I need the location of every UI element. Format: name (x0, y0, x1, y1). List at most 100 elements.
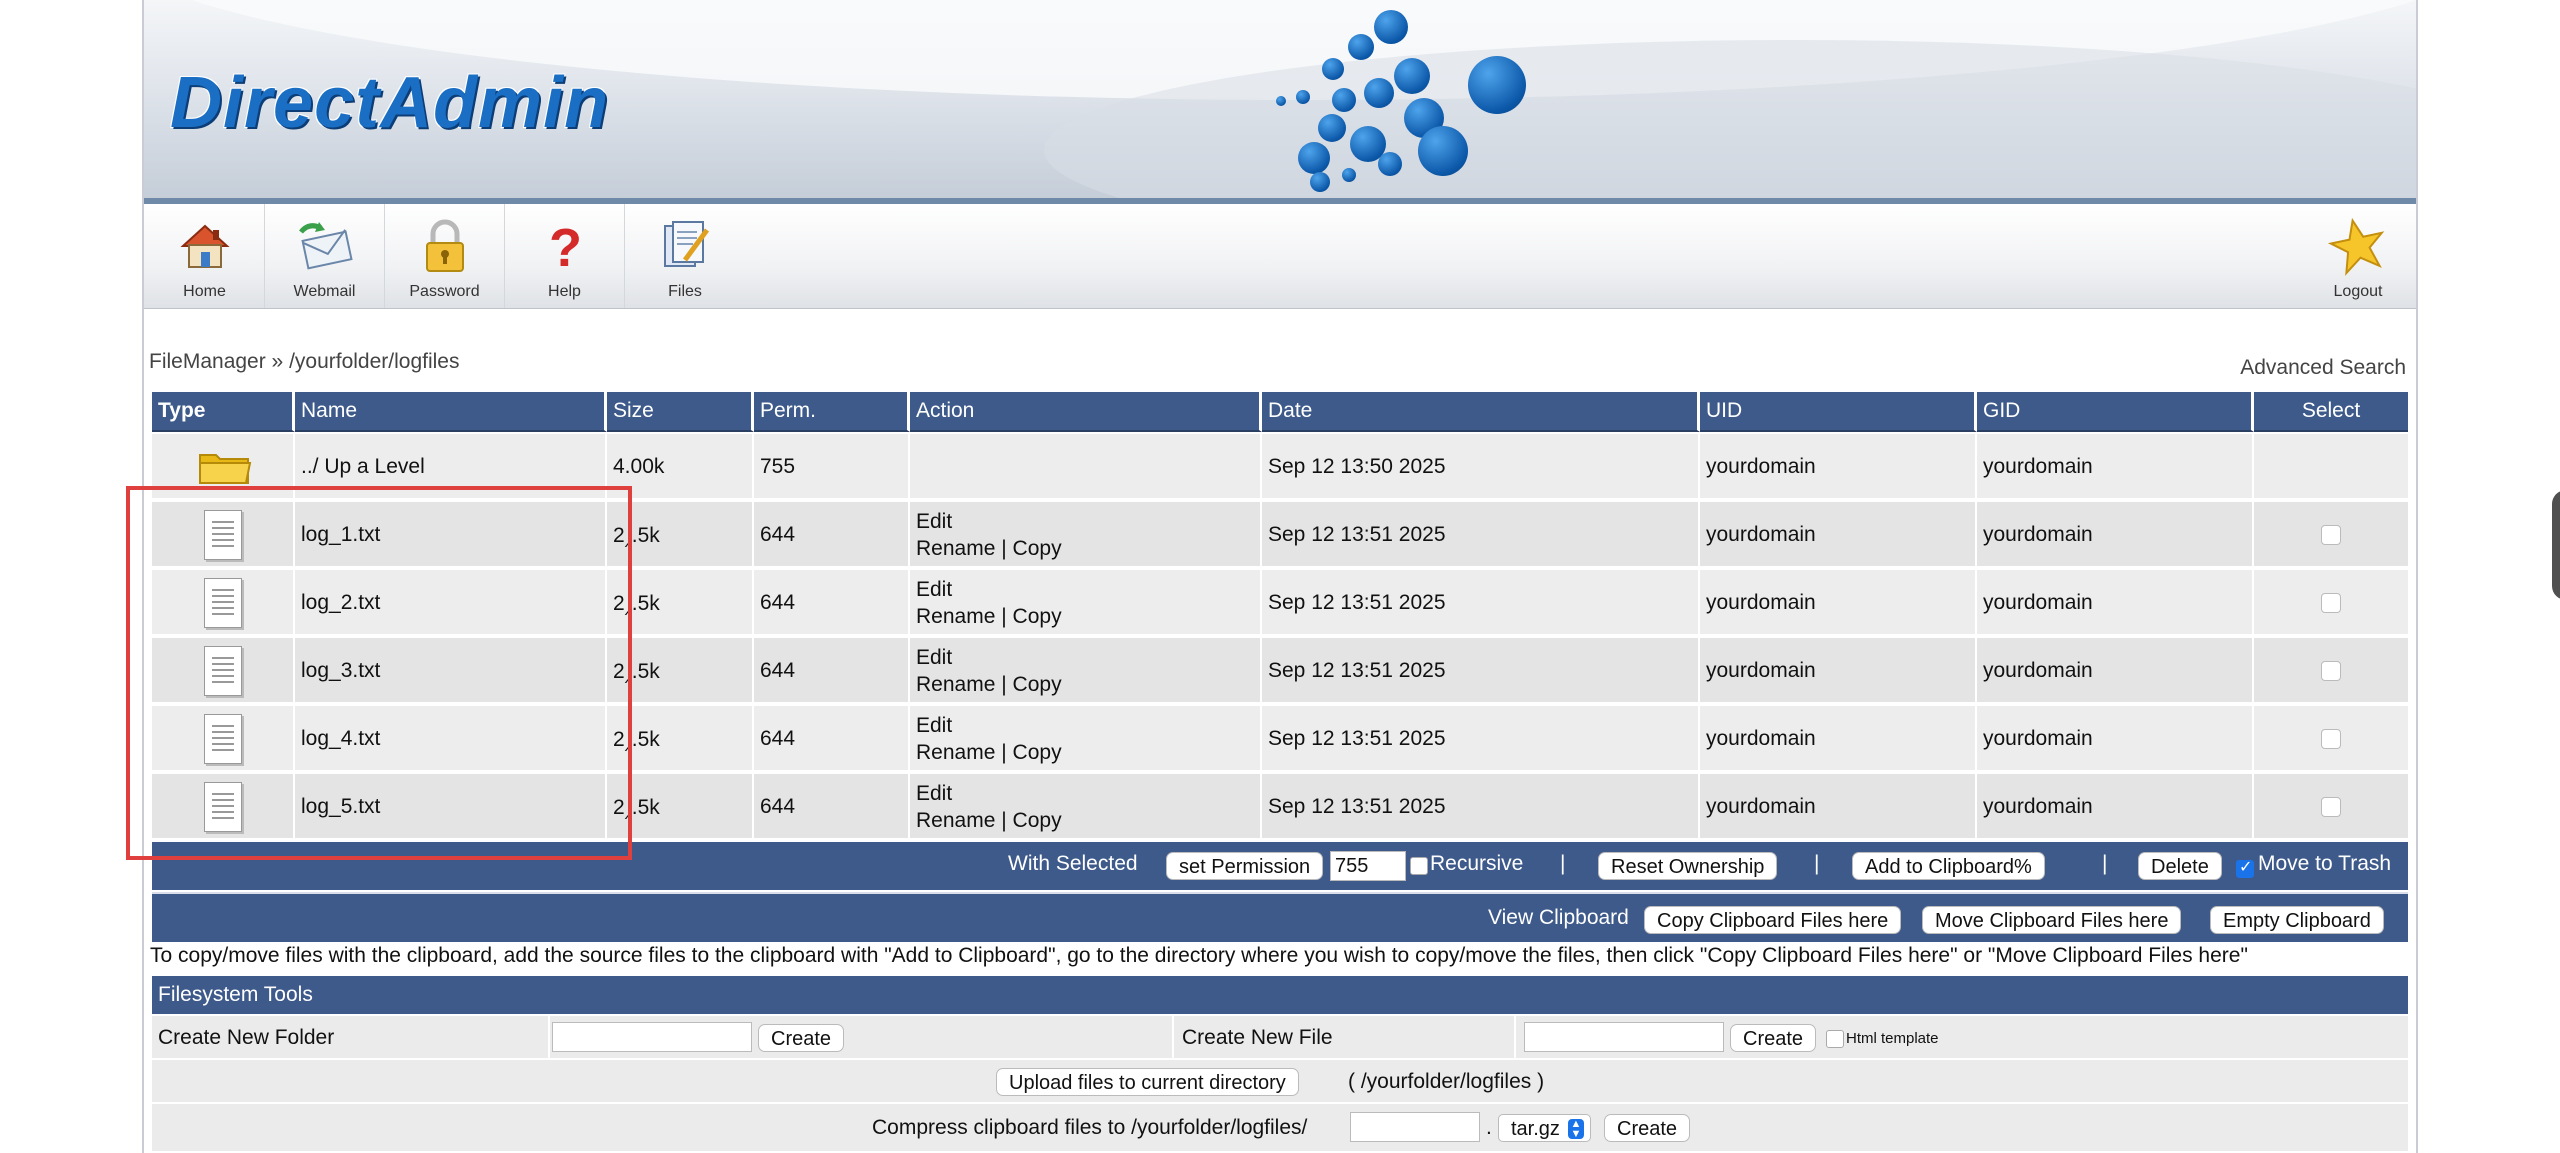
col-uid[interactable]: UID (1700, 392, 1977, 432)
type-cell (152, 434, 295, 500)
move-to-trash-checkbox[interactable] (2236, 857, 2254, 879)
move-clipboard-here-button[interactable]: Move Clipboard Files here (1922, 906, 2182, 934)
select-checkbox[interactable] (2321, 661, 2341, 681)
action-cell: Edit Rename | Copy (910, 706, 1262, 772)
gid-cell: yourdomain (1977, 638, 2254, 704)
add-to-clipboard-button[interactable]: Add to Clipboard% (1852, 852, 2045, 880)
copy-link[interactable]: Copy (1013, 605, 1062, 628)
toolbar-logout[interactable]: Logout (2298, 204, 2418, 308)
new-file-input[interactable] (1524, 1022, 1724, 1052)
upload-path: ( /yourfolder/logfiles ) (1348, 1070, 1545, 1093)
text-file-icon (204, 578, 242, 628)
uid-cell: yourdomain (1700, 706, 1977, 772)
perm-cell[interactable]: 644 (754, 638, 910, 704)
copy-link[interactable]: Copy (1013, 537, 1062, 560)
col-name[interactable]: Name (295, 392, 607, 432)
file-name-link[interactable]: log_1.txt (295, 502, 607, 568)
edit-link[interactable]: Edit (916, 712, 952, 739)
toolbar-help[interactable]: ? Help (505, 204, 625, 308)
directadmin-logo[interactable]: DirectAdmin (170, 62, 609, 144)
size-cell: 4.00k (607, 434, 754, 500)
copy-link[interactable]: Copy (1013, 809, 1062, 832)
new-folder-input[interactable] (552, 1022, 752, 1052)
rename-link[interactable]: Rename (916, 605, 995, 628)
text-file-icon (204, 510, 242, 560)
select-checkbox[interactable] (2321, 729, 2341, 749)
create-folder-button[interactable]: Create (758, 1024, 845, 1052)
gid-cell: yourdomain (1977, 774, 2254, 840)
copy-link[interactable]: Copy (1013, 673, 1062, 696)
action-separator: | (1001, 809, 1007, 832)
copy-link[interactable]: Copy (1013, 741, 1062, 764)
archive-type-select[interactable]: tar.gz ▲ ▼ (1498, 1114, 1591, 1142)
perm-cell[interactable]: 644 (754, 706, 910, 772)
select-checkbox[interactable] (2321, 525, 2341, 545)
toolbar-home-label: Home (183, 283, 226, 300)
toolbar-home[interactable]: Home (145, 204, 265, 308)
date-cell: Sep 12 13:50 2025 (1262, 434, 1700, 500)
rename-link[interactable]: Rename (916, 741, 995, 764)
edit-link[interactable]: Edit (916, 780, 952, 807)
compress-create-button[interactable]: Create (1604, 1114, 1691, 1142)
html-template-checkbox[interactable] (1826, 1030, 1844, 1048)
compress-filename-input[interactable] (1350, 1112, 1480, 1142)
perm-cell[interactable]: 644 (754, 774, 910, 840)
copy-clipboard-here-button[interactable]: Copy Clipboard Files here (1644, 906, 1902, 934)
reset-ownership-button[interactable]: Reset Ownership (1598, 852, 1778, 880)
main-toolbar: Home Webmail Password ? Help Files Logou… (144, 204, 2416, 309)
perm-cell: 755 (754, 434, 910, 500)
select-checkbox[interactable] (2321, 593, 2341, 613)
table-row: log_2.txt 2‸.5k 644 Edit Rename | Copy S… (152, 570, 2408, 636)
edit-link[interactable]: Edit (916, 508, 952, 535)
page: DirectAdmin Home Webmail Password ? Help… (126, 0, 2418, 1153)
clipboard-info-text: To copy/move files with the clipboard, a… (150, 944, 2248, 967)
set-permission-button[interactable]: set Permission (1166, 852, 1324, 880)
file-name-link[interactable]: log_5.txt (295, 774, 607, 840)
perm-cell[interactable]: 644 (754, 570, 910, 636)
table-row: log_5.txt 2‸.5k 644 Edit Rename | Copy S… (152, 774, 2408, 840)
perm-cell[interactable]: 644 (754, 502, 910, 568)
recursive-checkbox[interactable] (1410, 857, 1428, 875)
edit-link[interactable]: Edit (916, 576, 952, 603)
table-row-up-level[interactable]: ../ Up a Level 4.00k 755 Sep 12 13:50 20… (152, 434, 2408, 500)
type-cell (152, 638, 295, 704)
file-name-link[interactable]: log_3.txt (295, 638, 607, 704)
type-cell (152, 774, 295, 840)
breadcrumb[interactable]: FileManager » /yourfolder/logfiles (149, 350, 460, 374)
action-cell: Edit Rename | Copy (910, 774, 1262, 840)
col-type[interactable]: Type (152, 392, 295, 432)
select-cell (2254, 706, 2408, 772)
create-folder-label: Create New Folder (158, 1026, 335, 1049)
action-separator: | (1001, 673, 1007, 696)
rename-link[interactable]: Rename (916, 537, 995, 560)
uid-cell: yourdomain (1700, 434, 1977, 500)
help-icon: ? (549, 218, 582, 276)
up-level-link[interactable]: ../ Up a Level (295, 434, 607, 500)
upload-files-button[interactable]: Upload files to current directory (996, 1068, 1299, 1096)
file-name-link[interactable]: log_2.txt (295, 570, 607, 636)
view-clipboard-link[interactable]: View Clipboard (1488, 906, 1629, 930)
svg-text:?: ? (549, 218, 582, 276)
date-cell: Sep 12 13:51 2025 (1262, 774, 1700, 840)
permission-input[interactable] (1330, 851, 1406, 881)
toolbar-files[interactable]: Files (625, 204, 745, 308)
advanced-search-link[interactable]: Advanced Search (2240, 356, 2406, 380)
col-size[interactable]: Size (607, 392, 754, 432)
delete-button[interactable]: Delete (2138, 852, 2222, 880)
toolbar-webmail[interactable]: Webmail (265, 204, 385, 308)
table-header: Type Name Size Perm. Action Date UID GID… (152, 392, 2408, 432)
rename-link[interactable]: Rename (916, 809, 995, 832)
empty-clipboard-button[interactable]: Empty Clipboard (2210, 906, 2384, 934)
toolbar-logout-label: Logout (2333, 283, 2383, 300)
col-action: Action (910, 392, 1262, 432)
select-checkbox[interactable] (2321, 797, 2341, 817)
col-date[interactable]: Date (1262, 392, 1700, 432)
file-name-link[interactable]: log_4.txt (295, 706, 607, 772)
col-gid[interactable]: GID (1977, 392, 2254, 432)
edit-link[interactable]: Edit (916, 644, 952, 671)
toolbar-password[interactable]: Password (385, 204, 505, 308)
toolbar-help-label: Help (548, 283, 581, 300)
create-file-button[interactable]: Create (1730, 1024, 1817, 1052)
rename-link[interactable]: Rename (916, 673, 995, 696)
col-perm[interactable]: Perm. (754, 392, 910, 432)
